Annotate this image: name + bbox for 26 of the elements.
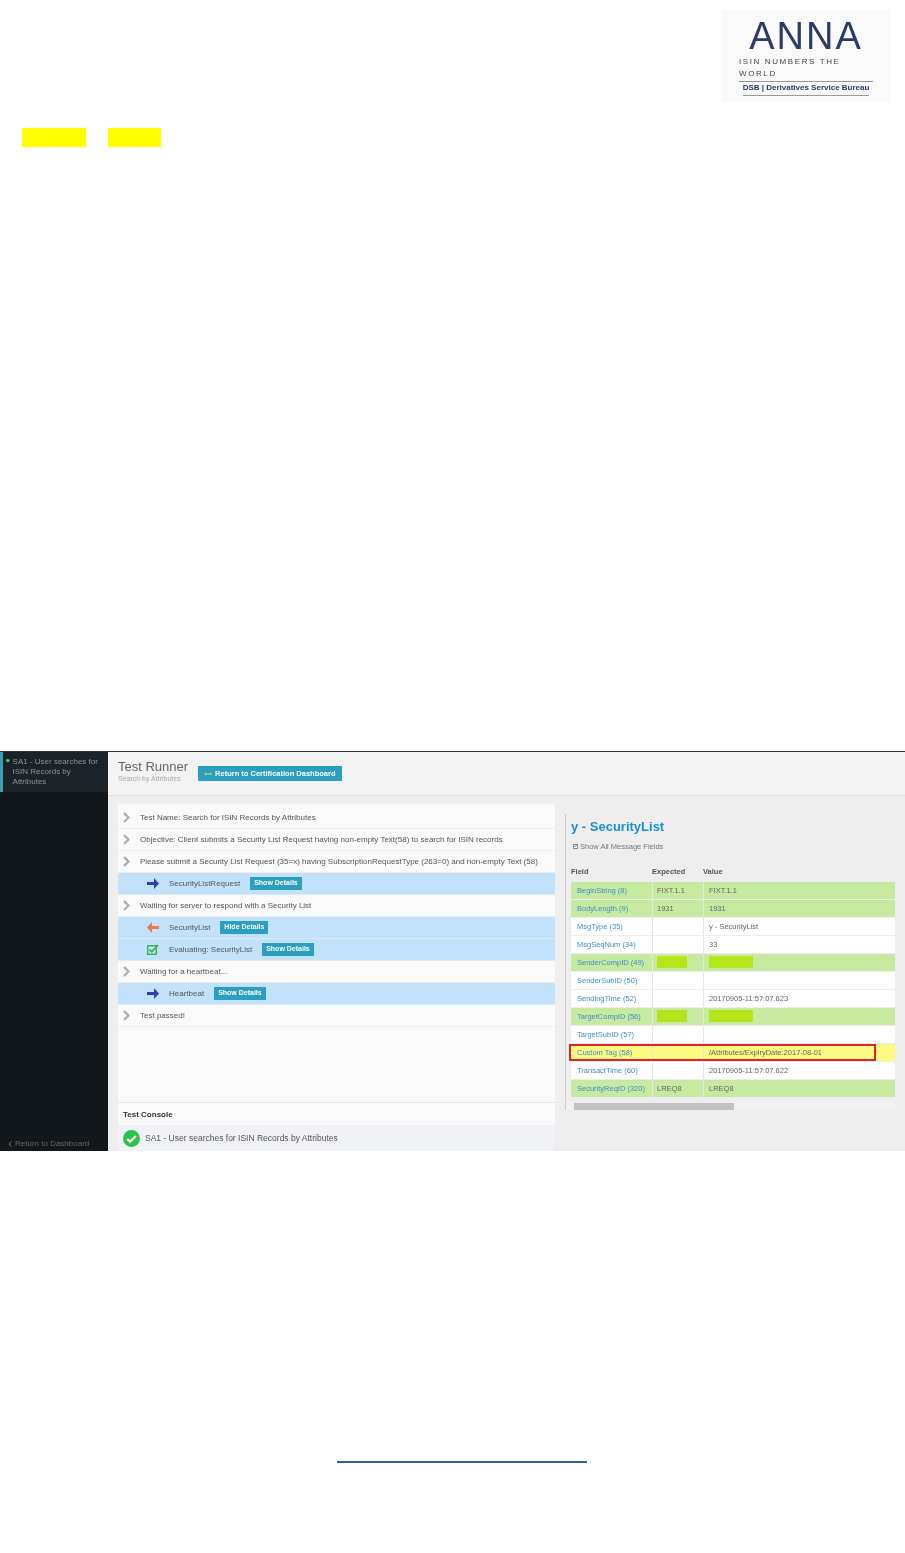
checkbox-tick-icon (147, 944, 159, 955)
step-text: Please submit a Security List Request (35=x) having SubscriptionRequestType (263=0) and non-empty Text (58) (140, 856, 538, 867)
left-arrow-icon (147, 922, 159, 933)
chevron-right-icon[interactable] (123, 1010, 130, 1021)
chevron-right-icon[interactable] (123, 834, 130, 845)
chevron-right-icon[interactable] (123, 812, 130, 823)
chevron-right-icon[interactable] (123, 856, 130, 867)
right-arrow-icon (147, 878, 159, 889)
chevron-left-icon (8, 1141, 12, 1147)
logo: ANNA ISIN NUMBERS THE WORLD DSB | Derivatives Service Bureau (721, 10, 891, 102)
console-title: Test Console (122, 1109, 174, 1121)
step-text: Waiting for a heartbeat... (140, 966, 228, 977)
step-text: Test passed! (140, 1010, 185, 1021)
step-text: Objective: Client submits a Security List Request having non-empty Text(58) to search for ISIN records (140, 834, 503, 845)
console-entry: SA1 - User searches for ISIN Records by Attributes (118, 1125, 555, 1151)
return-to-dashboard-link[interactable]: Return to Dashboard (15, 1138, 90, 1150)
sidebar-item[interactable]: SA1 - User searches for ISIN Records by Attributes (0, 752, 108, 792)
step-text: Test Name: Search for ISIN Records by Attributes (140, 812, 316, 823)
show-all-checkbox[interactable] (573, 843, 578, 849)
step-text: Waiting for server to respond with a Security List (140, 900, 312, 911)
chevron-right-icon[interactable] (123, 966, 130, 977)
right-arrow-icon (147, 988, 159, 999)
redaction-block (22, 128, 86, 147)
redaction-block (108, 128, 161, 147)
left-arrow-icon (204, 771, 213, 776)
chevron-right-icon[interactable] (123, 900, 130, 911)
